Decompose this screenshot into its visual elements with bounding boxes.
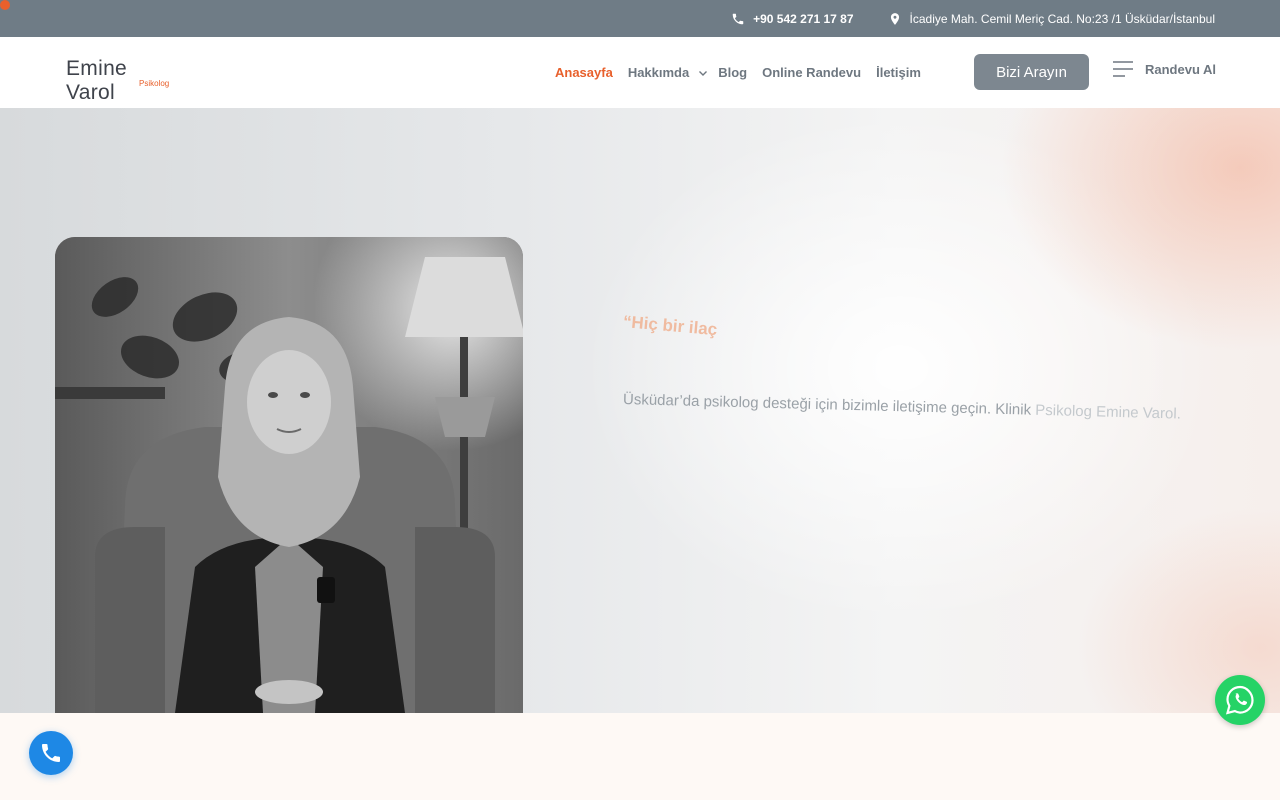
phone-icon [732, 13, 744, 24]
site-header: Emine Varol Psikolog Anasayfa Hakkımda B… [0, 37, 1280, 108]
nav-item-blog[interactable]: Blog [718, 65, 747, 80]
chevron-down-icon [699, 70, 708, 76]
nav-item-home[interactable]: Anasayfa [555, 65, 613, 80]
next-section [0, 713, 1280, 800]
whatsapp-button[interactable] [1215, 675, 1265, 725]
main-nav: Anasayfa Hakkımda Blog Online Randevu İl… [555, 37, 936, 108]
logo[interactable]: Emine Varol Psikolog [66, 57, 176, 104]
nav-item-contact[interactable]: İletişim [876, 65, 921, 80]
appointment-menu-label: Randevu Al [1145, 61, 1217, 77]
nav-item-online-appointment[interactable]: Online Randevu [762, 65, 861, 80]
phone-icon [42, 744, 60, 762]
corner-dot [0, 0, 10, 10]
topbar-address-text: İcadiye Mah. Cemil Meriç Cad. No:23 /1 Ü… [909, 11, 1215, 26]
nav-item-about[interactable]: Hakkımda [628, 65, 708, 80]
topbar-phone-text: +90 542 271 17 87 [753, 11, 854, 26]
appointment-menu-toggle[interactable]: Randevu Al [1113, 61, 1216, 77]
logo-subtitle: Psikolog [139, 79, 170, 88]
top-info-bar: +90 542 271 17 87 İcadiye Mah. Cemil Mer… [0, 0, 1280, 37]
topbar-phone-link[interactable]: +90 542 271 17 87 [731, 11, 854, 26]
psychologist-portrait-photo [55, 237, 523, 713]
topbar-address: İcadiye Mah. Cemil Meriç Cad. No:23 /1 Ü… [888, 12, 1215, 26]
map-pin-icon [890, 12, 899, 25]
call-fab-button[interactable] [29, 731, 73, 775]
whatsapp-icon [1225, 685, 1254, 715]
hamburger-icon [1113, 61, 1133, 77]
nav-item-about-label: Hakkımda [627, 65, 690, 80]
call-us-button[interactable]: Bizi Arayın [974, 54, 1089, 90]
